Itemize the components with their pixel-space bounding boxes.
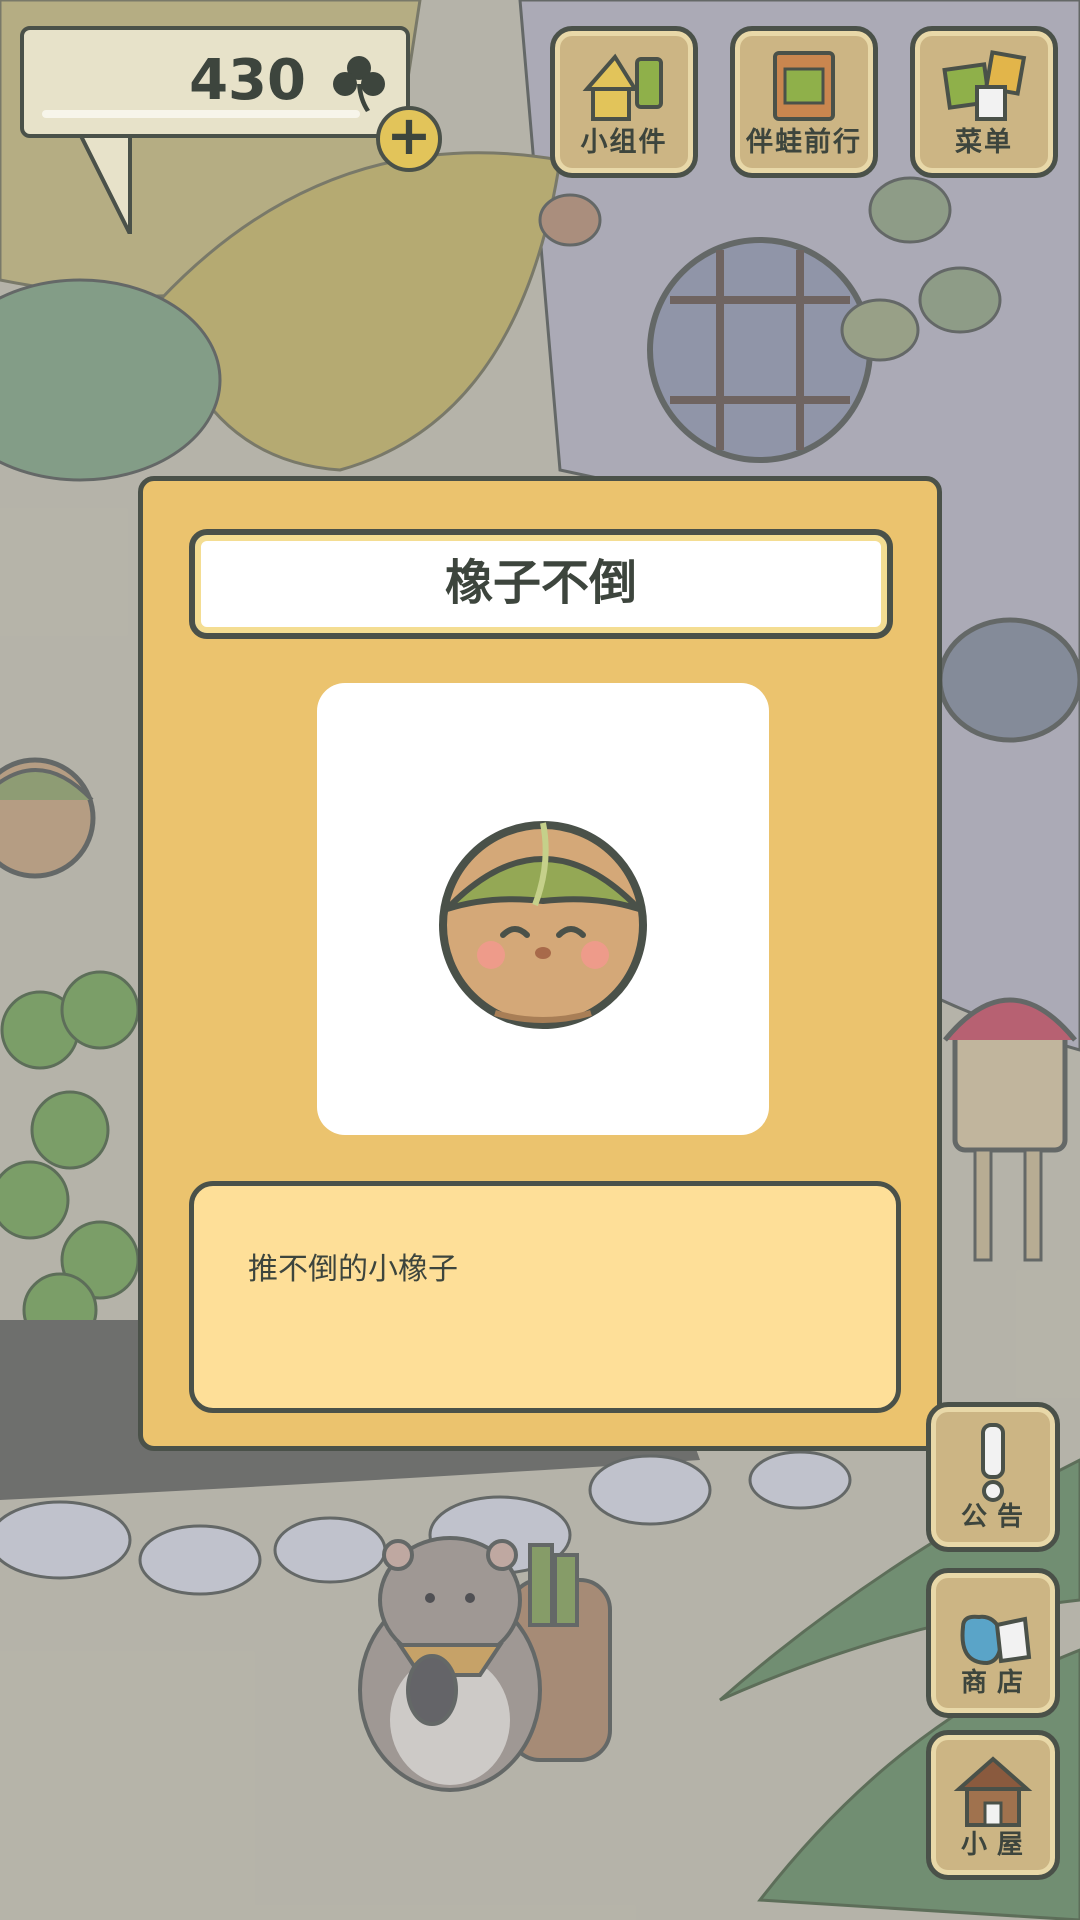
game-screen: 430 + 小组件 伴蛙前行 菜单 橡子不倒 推不倒的小橡子 公告 商店 小屋 xyxy=(0,0,1080,1920)
menu-label: 菜单 xyxy=(955,127,1013,158)
exclamation-icon xyxy=(981,1423,1005,1502)
travel-with-frog-label: 伴蛙前行 xyxy=(746,127,862,158)
notice-label: 公告 xyxy=(960,1502,1033,1532)
add-clover-button[interactable]: + xyxy=(376,106,442,172)
travel-with-frog-button[interactable]: 伴蛙前行 xyxy=(730,26,878,178)
item-description: 推不倒的小橡子 xyxy=(248,1252,458,1287)
house-icon xyxy=(953,1756,1033,1827)
house-button[interactable]: 小屋 xyxy=(926,1730,1060,1880)
menu-button[interactable]: 菜单 xyxy=(910,26,1058,178)
widgets-button[interactable]: 小组件 xyxy=(550,26,698,178)
counter-tail xyxy=(77,134,132,234)
menu-cards-icon xyxy=(942,50,1027,121)
clover-icon xyxy=(333,56,385,112)
clover-count: 430 xyxy=(189,48,306,113)
album-icon xyxy=(773,51,835,121)
widgets-icon xyxy=(582,53,663,121)
acorn-tumbler-icon xyxy=(439,821,647,1029)
item-image-frame xyxy=(317,683,769,1135)
widgets-label: 小组件 xyxy=(580,127,668,158)
shop-button[interactable]: 商店 xyxy=(926,1568,1060,1718)
shop-label: 商店 xyxy=(960,1668,1033,1698)
house-label: 小屋 xyxy=(960,1830,1033,1860)
item-description-box: 推不倒的小橡子 xyxy=(189,1181,901,1413)
notice-button[interactable]: 公告 xyxy=(926,1402,1060,1552)
counter-bar xyxy=(42,110,360,118)
clover-counter: 430 xyxy=(20,26,410,138)
item-detail-dialog: 橡子不倒 推不倒的小橡子 xyxy=(138,476,942,1451)
shop-bags-icon xyxy=(960,1614,1032,1666)
item-title: 橡子不倒 xyxy=(189,529,893,639)
